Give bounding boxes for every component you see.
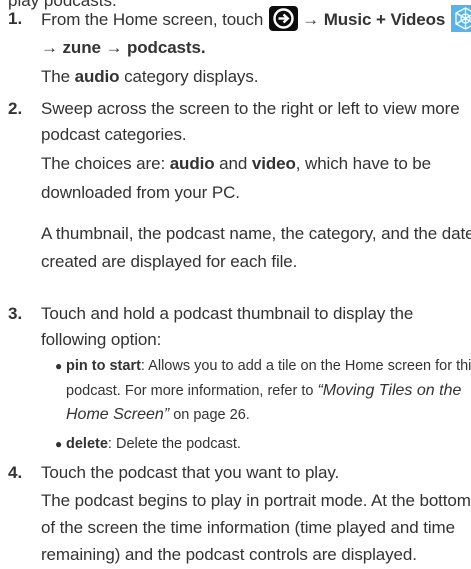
step-number: 3.	[8, 304, 23, 323]
step-2-line-4: downloaded from your PC.	[41, 183, 240, 202]
period: .	[200, 38, 206, 57]
text: podcast. For more information, refer to	[66, 383, 314, 399]
text: The	[41, 67, 70, 86]
step-number: 2.	[8, 99, 23, 118]
music-videos-label: Music + Videos	[323, 10, 446, 29]
step-2-line-2: podcast categories.	[41, 125, 187, 144]
start-arrow-icon	[269, 6, 299, 31]
step-1-line-3: The audio category displays.	[41, 63, 258, 90]
text: : Allows you to add a tile on the Home s…	[140, 358, 471, 374]
audio-term: audio	[169, 154, 215, 173]
text: The choices are:	[41, 154, 166, 173]
bullet-pin-to-start-line-3: Home Screen” on page 26.	[66, 403, 250, 427]
text: : Delete the podcast.	[107, 436, 241, 452]
pin-to-start-term: pin to start	[66, 358, 141, 374]
step-3-line-1: Touch and hold a podcast thumbnail to di…	[41, 304, 414, 323]
step-4-line-2: The podcast begins to play in portrait m…	[41, 491, 471, 510]
bullet-delete: delete: Delete the podcast.	[66, 432, 241, 456]
step-3-line-2: following option:	[41, 330, 162, 349]
text: category displays.	[124, 67, 259, 86]
step-2-line-5: A thumbnail, the podcast name, the categ…	[41, 224, 471, 243]
step-1-text: From the Home screen, touch	[41, 10, 264, 29]
text: and	[219, 154, 248, 173]
step-1-line-1: From the Home screen, touch → Music + Vid…	[41, 5, 471, 33]
music-videos-icon	[451, 5, 471, 32]
bullet-pin-to-start-line-1: pin to start: Allows you to add a tile o…	[66, 354, 471, 378]
step-2-line-1: Sweep across the screen to the right or …	[41, 99, 460, 118]
step-number: 1.	[8, 9, 23, 28]
cross-reference-link[interactable]: Home Screen”	[66, 406, 169, 423]
bullet-dot: ●	[55, 437, 63, 451]
delete-term: delete	[66, 436, 108, 452]
step-1-line-2: → zune → podcasts.	[41, 34, 206, 61]
arrow-separator: →	[302, 10, 320, 29]
audio-term: audio	[74, 67, 120, 86]
step-4-line-4: remaining) and the podcast controls are …	[41, 545, 417, 564]
step-number: 4.	[8, 463, 23, 482]
text: on page 26.	[173, 407, 250, 423]
text: , which have to be	[295, 154, 432, 173]
cross-reference-link[interactable]: “Moving Tiles on the	[317, 382, 461, 399]
document-page: play podcasts. 1. From the Home screen, …	[0, 0, 471, 569]
zune-podcasts-path: → zune → podcasts	[41, 38, 201, 57]
bullet-pin-to-start-line-2: podcast. For more information, refer to …	[66, 379, 461, 403]
step-4-line-1: Touch the podcast that you want to play.	[41, 463, 340, 482]
video-term: video	[251, 154, 296, 173]
step-2-line-3: The choices are: audio and video, which …	[41, 150, 431, 177]
step-2-line-6: created are displayed for each file.	[41, 252, 298, 271]
bullet-dot: ●	[55, 359, 63, 373]
step-4-line-3: of the screen the time information (time…	[41, 518, 455, 537]
